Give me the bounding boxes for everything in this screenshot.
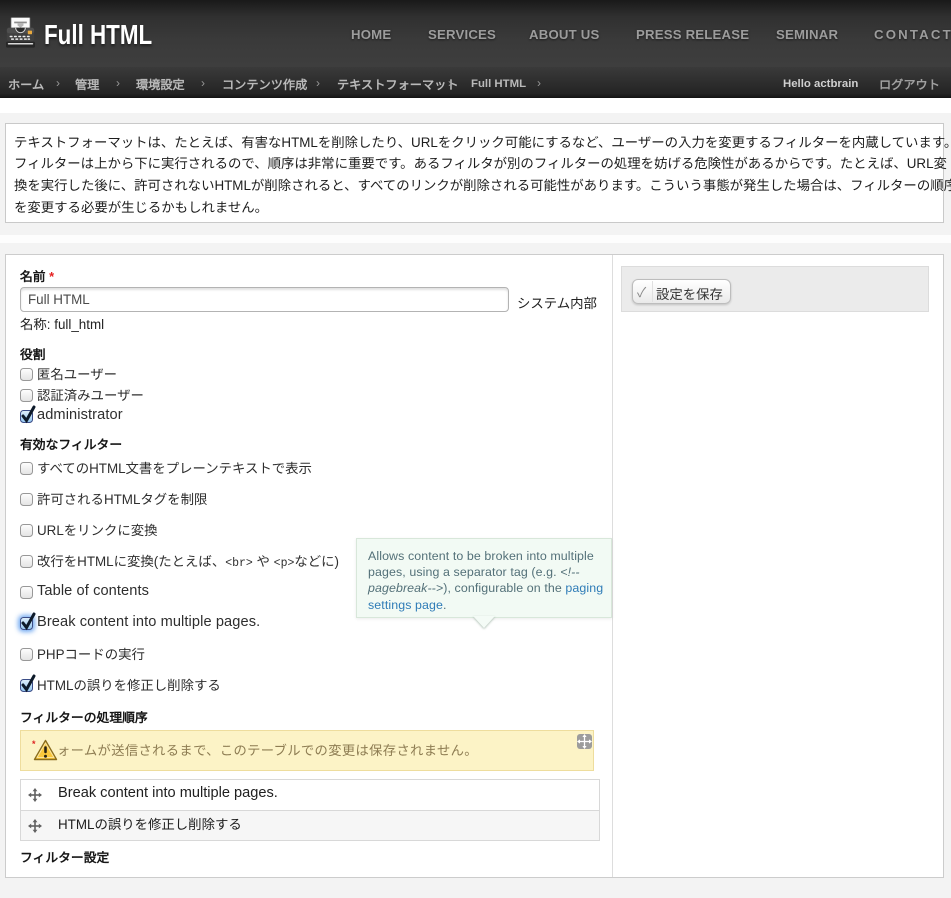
svg-text:*: * bbox=[32, 739, 36, 749]
